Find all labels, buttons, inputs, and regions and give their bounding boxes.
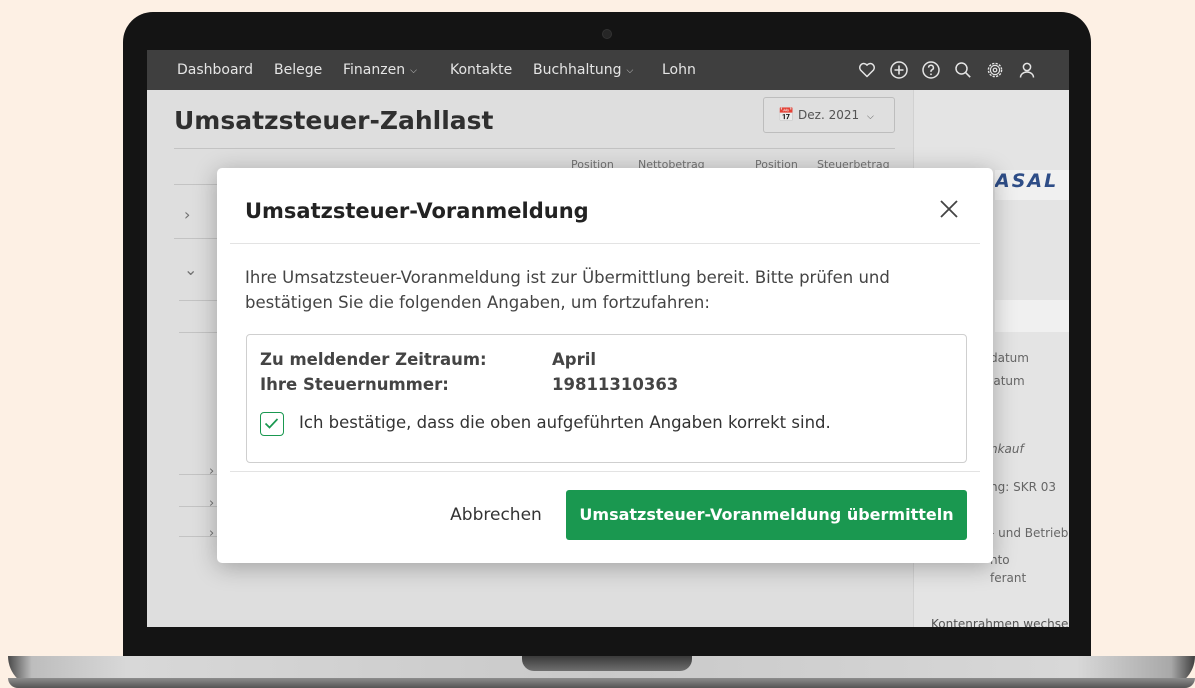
divider <box>230 243 980 244</box>
heart-icon[interactable] <box>857 60 877 80</box>
nav-lohn[interactable]: Lohn <box>662 62 696 78</box>
nav-buchhaltung-label: Buchhaltung <box>533 62 622 78</box>
dialog-title: Umsatzsteuer-Voranmeldung <box>245 199 589 223</box>
nav-finanzen[interactable]: Finanzen ⌵ <box>343 62 417 78</box>
nav-belege[interactable]: Belege <box>274 62 322 78</box>
help-icon[interactable] <box>921 60 941 80</box>
checkmark-icon <box>264 418 279 429</box>
nav-belege-label: Belege <box>274 62 323 78</box>
summary-box: Zu meldender Zeitraum: April Ihre Steuer… <box>246 334 967 463</box>
tax-number-value: 19811310363 <box>552 375 679 394</box>
dialog-intro-text: Ihre Umsatzsteuer-Voranmeldung ist zur Ü… <box>245 268 890 312</box>
divider <box>230 471 980 472</box>
search-icon[interactable] <box>953 60 973 80</box>
tax-number-label: Ihre Steuernummer: <box>260 375 449 394</box>
nav-buchhaltung[interactable]: Buchhaltung ⌵ <box>533 62 633 78</box>
period-value: April <box>552 350 597 369</box>
nav-dashboard-label: Dashboard <box>177 62 253 78</box>
chevron-down-icon: ⌵ <box>410 66 417 76</box>
submit-vat-return-button[interactable]: Umsatzsteuer-Voranmeldung übermitteln <box>566 490 967 540</box>
cancel-button[interactable]: Abbrechen <box>441 491 551 539</box>
confirm-label[interactable]: Ich bestätige, dass die oben aufgeführte… <box>299 413 831 432</box>
settings-icon[interactable] <box>985 60 1005 80</box>
laptop-notch <box>522 656 692 671</box>
nav-kontakte[interactable]: Kontakte <box>450 62 512 78</box>
nav-finanzen-label: Finanzen <box>343 62 406 78</box>
confirm-checkbox[interactable] <box>260 412 284 436</box>
nav-dashboard[interactable]: Dashboard <box>177 62 253 78</box>
webcam <box>602 29 612 39</box>
user-icon[interactable] <box>1017 60 1037 80</box>
chevron-down-icon: ⌵ <box>626 66 634 76</box>
nav-lohn-label: Lohn <box>662 62 696 78</box>
nav-kontakte-label: Kontakte <box>450 62 513 78</box>
period-label: Zu meldender Zeitraum: <box>260 350 487 369</box>
vat-return-dialog: Umsatzsteuer-Voranmeldung Ihre Umsatzste… <box>217 168 993 563</box>
close-icon[interactable] <box>936 196 962 222</box>
top-nav: Dashboard Belege Finanzen ⌵ Kontakte Buch… <box>147 50 1069 90</box>
plus-circle-icon[interactable] <box>889 60 909 80</box>
